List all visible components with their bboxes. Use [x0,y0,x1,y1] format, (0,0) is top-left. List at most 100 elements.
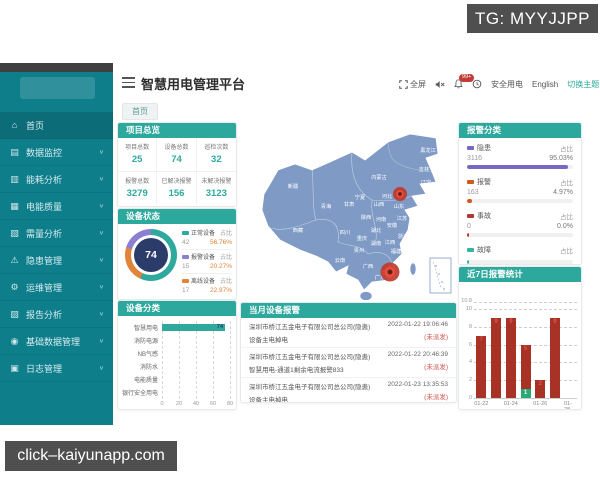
y-max-label: 10.8 [461,298,472,304]
y-tick-label: 0 [468,395,472,401]
province-label-辽宁: 辽宁 [421,178,431,186]
stat-label: 设备总数 [164,145,189,151]
province-label-陕西: 陕西 [361,213,371,221]
chevron-down-icon: ∨ [98,257,104,264]
legend-value: 17 [182,287,190,294]
history-button[interactable] [472,79,482,89]
gridline [474,326,577,328]
alarm-row[interactable]: 深圳市桥江五金电子有限公司总公司(隐患) 设备主电掉电 2022-01-23 13:… [241,378,456,402]
alarm-time: 2022-01-23 13:35:53 [387,381,448,388]
province-label-宁夏: 宁夏 [355,193,366,201]
alarm-category-row: 报警 占比 [467,177,573,187]
province-label-河南: 河南 [376,215,386,223]
province-label-云南: 云南 [335,256,345,264]
sidebar-item-运维管理[interactable]: ⚙ 运维管理 ∨ [0,274,113,301]
notifications-button[interactable]: 99+ [454,74,475,89]
province-label-四川: 四川 [340,229,350,236]
legend-row: 17 22.97% [182,285,232,294]
stat-value: 32 [211,154,222,165]
theme-switch[interactable]: 切换主题 [567,79,599,90]
alarm-category-name: 报警 [467,177,491,187]
alarm-category-value: 163 [467,189,479,196]
alarm-category-pct: 95.03% [549,155,573,162]
ratio-label: 占比 [560,214,573,221]
donut-center-value: 74 [134,238,168,272]
panel-title: 设备分类 [118,301,236,316]
device-status-panel: 设备状态 74 正常设备 占比 42 56.76% 报警设备 占比 15 20.27% 离线设备… [117,208,237,300]
sidebar-item-label: 数据监控 [26,147,63,158]
header-actions: 全屏 99+ 安全用电 English 切换主题 [399,74,599,91]
stat-label: 已解决报警 [161,179,192,185]
province-label-湖北: 湖北 [371,226,382,234]
x-tick-label: 01-28 [563,401,572,410]
category-label: 消防电源 [133,339,158,345]
alarm-category-row: 0 0.0% [467,221,573,230]
sidebar-item-能耗分析[interactable]: ▥ 能耗分析 ∨ [0,166,113,193]
chevron-down-icon: ∨ [98,149,104,156]
sidebar-item-报告分析[interactable]: ▨ 报告分析 ∨ [0,301,113,328]
device-status-donut-chart: 74 [125,229,177,281]
legend-pct: 56.76% [209,239,232,246]
window-top-strip [0,63,113,72]
gridline [474,309,577,311]
language-switch[interactable]: English [532,80,558,89]
province-label-青海: 青海 [321,202,331,210]
y-tick-label: 10 [465,306,472,313]
sidebar-item-label: 运维管理 [26,282,63,293]
safety-power-link[interactable]: 安全用电 [491,79,523,90]
sidebar-item-需量分析[interactable]: ▧ 需量分析 ∨ [0,220,113,247]
ratio-label: 占比 [560,180,573,187]
device-status-legend: 正常设备 占比 42 56.76% 报警设备 占比 15 20.27% 离线设备 占比 17 22.9… [182,226,232,297]
chevron-down-icon: ∨ [98,365,104,372]
progress-track [467,233,573,237]
progress-fill [467,165,568,169]
legend-name: 报警设备 [182,252,215,261]
hainan-island [359,291,373,301]
alarm-row[interactable]: 深圳市桥江五金电子有限公司总公司(隐患) 智慧用电-通道1剩余电流报警833 202… [241,348,456,378]
category-row: 银行安全用电 [118,386,236,399]
province-label-贵州: 贵州 [354,246,364,254]
sidebar-item-日志管理[interactable]: ▣ 日志管理 ∨ [0,355,113,382]
bar-segment: 5 [520,344,531,390]
mute-button[interactable] [435,80,445,89]
alarm-category-item: 隐患 占比 3116 95.03% [459,138,581,172]
legend-row: 报警设备 占比 [182,252,232,261]
category-label: NB气感 [137,352,158,358]
panel-title: 当月设备报警 [241,303,456,318]
progress-fill [467,199,473,203]
fullscreen-button[interactable]: 全屏 [399,79,426,90]
category-row: 消防水 [118,360,236,373]
bar-value-label: 9 [494,319,498,325]
app-window: ⌂ 首页 ▤ 数据监控 ∨ ▥ 能耗分析 ∨ ▦ 电能质量 ∨ ▧ 需量分析 ∨ ⚠ 隐患管理 ∨ ⚙ 运维管理 ∨ ▨… [0,63,600,425]
x-tick-label: 01-22 [474,401,489,407]
category-label: 银行安全用电 [121,391,158,397]
alarm-row[interactable]: 深圳市桥江五金电子有限公司总公司(隐患) 设备主电掉电 2022-01-22 19:… [241,318,456,348]
y-tick-label: 8 [468,323,472,330]
sidebar-item-首页[interactable]: ⌂ 首页 [0,112,113,139]
stat-value: 3123 [205,188,227,199]
ops-icon: ⚙ [10,281,19,292]
stat-value: 25 [131,154,143,165]
stat-label: 项目总数 [125,145,150,151]
category-row: 电能质量 [118,373,236,386]
province-label-黑龙江: 黑龙江 [420,146,436,154]
chevron-down-icon: ∨ [98,230,104,237]
legend-row: 15 20.27% [182,261,232,270]
legend-entry: 正常设备 占比 42 56.76% [182,226,232,250]
sidebar-item-label: 报告分析 [26,309,63,320]
sidebar-item-电能质量[interactable]: ▦ 电能质量 ∨ [0,193,113,220]
alarm-category-value: 0 [467,223,471,230]
alarm-category-item: 报警 占比 163 4.97% [459,172,581,206]
sidebar-item-基础数据管理[interactable]: ◉ 基础数据管理 ∨ [0,328,113,355]
x-tick-label: 0 [160,401,164,407]
province-label-山东: 山东 [394,202,404,210]
sidebar-item-数据监控[interactable]: ▤ 数据监控 ∨ [0,139,113,166]
tab-home[interactable]: 首页 [122,103,158,120]
collapse-menu-icon[interactable] [122,77,135,88]
monthly-alarms-panel: 当月设备报警 深圳市桥江五金电子有限公司总公司(隐患) 设备主电掉电 2022-01… [240,302,457,403]
stat-label: 未解决报警 [201,179,232,185]
alarm-row-meta: 2022-01-23 13:35:53 (未派发) [384,381,448,402]
legend-pct: 22.97% [209,287,232,294]
stat-cell: 报警总数 3279 [118,171,158,205]
sidebar-item-隐患管理[interactable]: ⚠ 隐患管理 ∨ [0,247,113,274]
